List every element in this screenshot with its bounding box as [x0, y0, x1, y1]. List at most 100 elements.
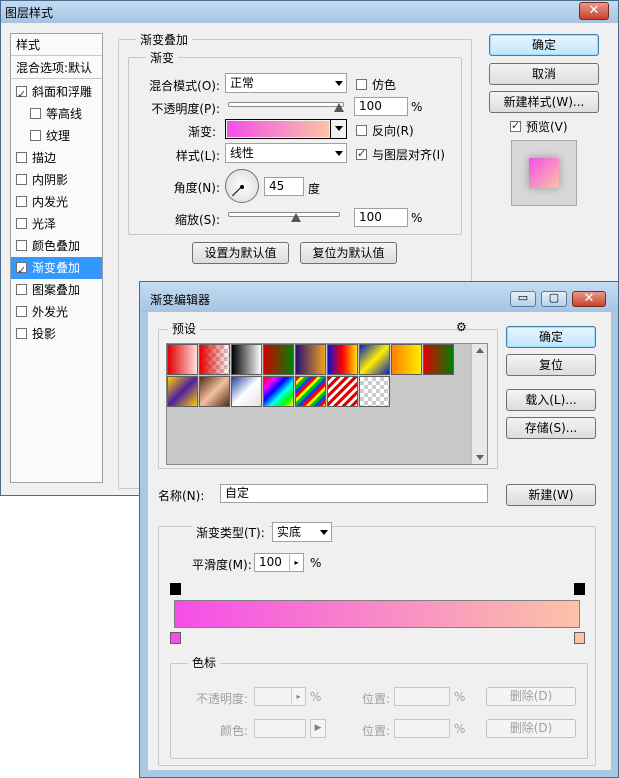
contour-checkbox[interactable] [30, 108, 41, 119]
preset-swatch[interactable] [359, 376, 390, 407]
new-gradient-button[interactable]: 新建(W) [506, 484, 596, 506]
style-item-gradient-overlay[interactable]: 渐变叠加 [11, 257, 102, 282]
opacity-input[interactable]: 100 [354, 97, 408, 116]
load-button[interactable]: 载入(L)... [506, 389, 596, 411]
style-item-satin[interactable]: 光泽 [11, 213, 102, 235]
preset-swatch[interactable] [263, 344, 294, 375]
styles-header[interactable]: 样式 [11, 34, 102, 56]
gradient-dropdown-button[interactable] [330, 120, 346, 138]
opacity-slider[interactable] [228, 102, 344, 107]
reverse-checkbox[interactable]: 反向(R) [356, 122, 414, 139]
color-menu-arrow-icon[interactable]: ▶ [310, 719, 326, 738]
editor-reset-button[interactable]: 复位 [506, 354, 596, 376]
preset-swatch[interactable] [295, 376, 326, 407]
pattern-overlay-checkbox[interactable] [16, 284, 27, 295]
preset-swatch[interactable] [327, 344, 358, 375]
maximize-button[interactable]: ▢ [541, 291, 567, 307]
outer-glow-checkbox[interactable] [16, 306, 27, 317]
chevron-right-icon[interactable]: ▸ [291, 688, 305, 705]
scale-slider-thumb[interactable] [291, 213, 301, 222]
editor-close-button[interactable]: ✕ [572, 291, 606, 307]
smoothness-input[interactable]: 100 ▸ [254, 553, 304, 572]
preset-swatch[interactable] [231, 344, 262, 375]
set-default-button[interactable]: 设置为默认值 [192, 242, 289, 264]
opacity-stop-left[interactable] [170, 583, 181, 595]
gear-icon[interactable]: ⚙ [456, 320, 467, 334]
stop-color-label: 颜色: [219, 724, 248, 738]
preview-checkbox[interactable]: 预览(V) [510, 118, 568, 135]
close-button[interactable]: ✕ [579, 2, 609, 20]
color-overlay-checkbox[interactable] [16, 240, 27, 251]
scale-slider[interactable] [228, 212, 340, 217]
reverse-box[interactable] [356, 125, 367, 136]
preset-swatch[interactable] [263, 376, 294, 407]
dither-box[interactable] [356, 79, 367, 90]
stop-opacity-location-input[interactable] [394, 687, 450, 706]
cancel-button[interactable]: 取消 [489, 63, 599, 85]
chevron-right-icon[interactable]: ▸ [289, 554, 303, 571]
color-stop-right[interactable] [574, 632, 585, 644]
style-item-color-overlay[interactable]: 颜色叠加 [11, 235, 102, 257]
style-item-stroke[interactable]: 描边 [11, 147, 102, 169]
align-box[interactable] [356, 147, 367, 160]
style-item-contour[interactable]: 等高线 [11, 103, 102, 125]
gradient-preview[interactable] [227, 121, 329, 137]
preview-box[interactable] [510, 119, 521, 132]
stop-opacity-input[interactable]: ▸ [254, 687, 306, 706]
scale-input[interactable]: 100 [354, 208, 408, 227]
new-style-button[interactable]: 新建样式(W)... [489, 91, 599, 113]
style-item-bevel[interactable]: 斜面和浮雕 [11, 81, 102, 106]
style-item-pattern-overlay[interactable]: 图案叠加 [11, 279, 102, 301]
name-input[interactable]: 自定 [220, 484, 488, 503]
preset-swatch[interactable] [199, 344, 230, 375]
angle-dial[interactable] [225, 169, 259, 203]
inner-glow-checkbox[interactable] [16, 196, 27, 207]
presets-scrollbar[interactable] [471, 344, 487, 464]
gradient-type-select[interactable]: 实底 [272, 522, 332, 542]
style-item-texture[interactable]: 纹理 [11, 125, 102, 147]
angle-input[interactable]: 45 [264, 177, 304, 196]
stroke-checkbox[interactable] [16, 152, 27, 163]
preset-swatch[interactable] [423, 344, 454, 375]
preset-swatch[interactable] [167, 344, 198, 375]
preset-swatch[interactable] [391, 344, 422, 375]
style-item-inner-shadow[interactable]: 内阴影 [11, 169, 102, 191]
gradient-overlay-checkbox[interactable] [16, 260, 27, 282]
satin-checkbox[interactable] [16, 218, 27, 229]
preset-swatch[interactable] [167, 376, 198, 407]
dither-checkbox[interactable]: 仿色 [356, 76, 396, 93]
style-item-inner-glow[interactable]: 内发光 [11, 191, 102, 213]
preset-swatch[interactable] [295, 344, 326, 375]
blend-options-item[interactable]: 混合选项:默认 [11, 57, 102, 79]
stop-color-location-input[interactable] [394, 719, 450, 738]
gradient-picker[interactable] [225, 119, 347, 139]
inner-shadow-checkbox[interactable] [16, 174, 27, 185]
opacity-stop-right[interactable] [574, 583, 585, 595]
delete-color-stop-button[interactable]: 删除(D) [486, 719, 576, 738]
minimize-button[interactable]: ▭ [510, 291, 536, 307]
bevel-checkbox[interactable] [16, 84, 27, 106]
dither-label: 仿色 [372, 78, 397, 92]
editor-ok-button[interactable]: 确定 [506, 326, 596, 348]
ok-button[interactable]: 确定 [489, 34, 599, 56]
scroll-up-icon[interactable] [476, 348, 484, 353]
style-select[interactable]: 线性 [225, 143, 347, 163]
opacity-slider-thumb[interactable] [334, 103, 344, 112]
stop-color-swatch[interactable] [254, 719, 306, 738]
style-item-drop-shadow[interactable]: 投影 [11, 323, 102, 345]
preset-swatch[interactable] [231, 376, 262, 407]
drop-shadow-checkbox[interactable] [16, 328, 27, 339]
style-item-outer-glow[interactable]: 外发光 [11, 301, 102, 323]
delete-opacity-stop-button[interactable]: 删除(D) [486, 687, 576, 706]
color-stop-left[interactable] [170, 632, 181, 644]
save-button[interactable]: 存储(S)... [506, 417, 596, 439]
preset-swatch[interactable] [327, 376, 358, 407]
align-with-layer-checkbox[interactable]: 与图层对齐(I) [356, 146, 445, 163]
blend-mode-select[interactable]: 正常 [225, 73, 347, 93]
gradient-bar[interactable] [174, 600, 580, 628]
scroll-down-icon[interactable] [476, 455, 484, 460]
reset-default-button[interactable]: 复位为默认值 [300, 242, 397, 264]
preset-swatch[interactable] [359, 344, 390, 375]
texture-checkbox[interactable] [30, 130, 41, 141]
preset-swatch[interactable] [199, 376, 230, 407]
